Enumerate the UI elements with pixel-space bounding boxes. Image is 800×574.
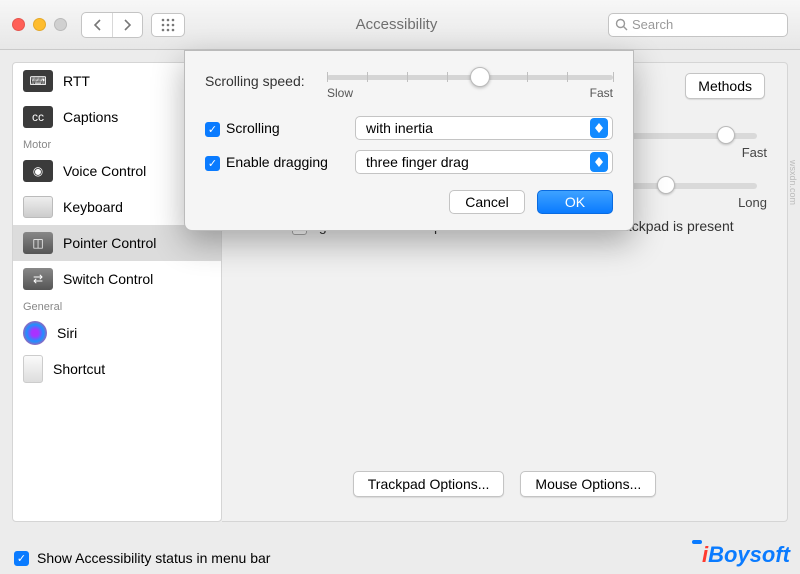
zoom-window-button (54, 18, 67, 31)
keyboard-icon (23, 196, 53, 218)
scrolling-checkbox[interactable]: ✓ (205, 122, 220, 137)
show-status-checkbox[interactable]: ✓ (14, 551, 29, 566)
chevron-left-icon (93, 19, 102, 31)
updown-arrows-icon (590, 152, 608, 172)
sidebar-label: Siri (57, 325, 77, 341)
search-icon (615, 18, 628, 31)
bg-slider-1-end: Fast (742, 145, 767, 160)
back-button[interactable] (82, 13, 112, 37)
traffic-lights (12, 18, 67, 31)
search-placeholder: Search (632, 17, 673, 32)
sidebar-item-siri[interactable]: Siri (13, 315, 221, 351)
chevron-right-icon (123, 19, 132, 31)
scrolling-speed-row: Scrolling speed: Slow Fast (205, 69, 613, 100)
trackpad-options-sheet: Scrolling speed: Slow Fast ✓ Scrolling wit… (184, 50, 634, 231)
scrolling-mode-popup[interactable]: with inertia (355, 116, 613, 140)
minimize-window-button[interactable] (33, 18, 46, 31)
methods-button[interactable]: Methods (685, 73, 765, 99)
switch-control-icon: ⇄ (23, 268, 53, 290)
nav-back-forward (81, 12, 143, 38)
sidebar-label: Switch Control (63, 271, 153, 287)
forward-button[interactable] (112, 13, 142, 37)
sidebar-label: Keyboard (63, 199, 123, 215)
side-watermark: wsxdn.com (788, 160, 798, 205)
mouse-options-button[interactable]: Mouse Options... (520, 471, 656, 497)
sidebar-label: RTT (63, 73, 90, 89)
sidebar-item-switch-control[interactable]: ⇄ Switch Control (13, 261, 221, 297)
pointer-control-icon: ◫ (23, 232, 53, 254)
window-toolbar: Accessibility Search (0, 0, 800, 50)
search-field[interactable]: Search (608, 13, 788, 37)
shortcut-icon (23, 355, 43, 383)
bottom-buttons: Trackpad Options... Mouse Options... (222, 471, 787, 497)
sidebar-group-general: General (13, 297, 221, 315)
scrolling-label: Scrolling (226, 120, 280, 136)
scrolling-row: ✓ Scrolling with inertia (205, 116, 613, 140)
slider-knob[interactable] (470, 67, 490, 87)
slider-knob[interactable] (717, 126, 735, 144)
close-window-button[interactable] (12, 18, 25, 31)
sidebar-label: Captions (63, 109, 118, 125)
sidebar-label: Voice Control (63, 163, 146, 179)
cancel-button[interactable]: Cancel (449, 190, 525, 214)
voice-control-icon: ◉ (23, 160, 53, 182)
slider-max-label: Fast (590, 86, 613, 100)
footer-row: ✓ Show Accessibility status in menu bar (14, 549, 270, 566)
slider-min-label: Slow (327, 86, 353, 100)
trackpad-options-button[interactable]: Trackpad Options... (353, 471, 505, 497)
dragging-mode-popup[interactable]: three finger drag (355, 150, 613, 174)
dragging-label: Enable dragging (226, 154, 328, 170)
bg-slider-2-end: Long (738, 195, 767, 210)
dragging-row: ✓ Enable dragging three finger drag (205, 150, 613, 174)
siri-icon (23, 321, 47, 345)
dragging-mode-value: three finger drag (366, 154, 469, 170)
sheet-buttons: Cancel OK (205, 190, 613, 214)
ok-button[interactable]: OK (537, 190, 613, 214)
updown-arrows-icon (590, 118, 608, 138)
captions-icon: cc (23, 106, 53, 128)
scrolling-speed-slider[interactable]: Slow Fast (327, 69, 613, 100)
show-all-button[interactable] (151, 13, 185, 37)
scrolling-mode-value: with inertia (366, 120, 433, 136)
dragging-checkbox[interactable]: ✓ (205, 156, 220, 171)
watermark-logo: iBoysoft (692, 540, 790, 568)
show-status-label: Show Accessibility status in menu bar (37, 550, 270, 566)
sidebar-label: Pointer Control (63, 235, 156, 251)
sidebar-item-shortcut[interactable]: Shortcut (13, 351, 221, 387)
window-title: Accessibility (193, 16, 600, 33)
rtt-icon: ⌨ (23, 70, 53, 92)
sidebar-label: Shortcut (53, 361, 105, 377)
slider-knob[interactable] (657, 176, 675, 194)
scrolling-speed-label: Scrolling speed: (205, 69, 315, 89)
grid-icon (161, 18, 175, 32)
